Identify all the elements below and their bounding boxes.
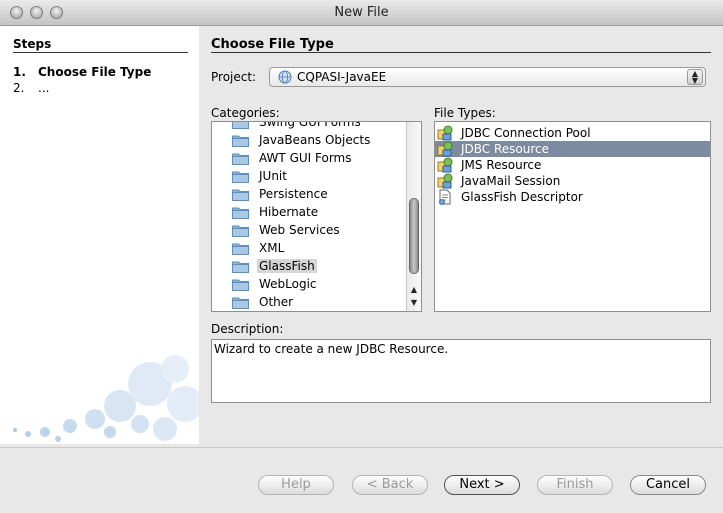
folder-icon <box>232 207 249 219</box>
folder-icon <box>232 297 249 309</box>
window-title: New File <box>334 5 389 20</box>
category-label: AWT GUI Forms <box>259 151 352 165</box>
folder-icon <box>232 225 249 237</box>
folder-icon <box>232 171 249 183</box>
file-type-label: JavaMail Session <box>461 174 561 188</box>
file-type-label: JDBC Resource <box>461 142 550 156</box>
step-number: 2. <box>13 81 25 95</box>
category-label: Swing GUI Forms <box>259 121 361 129</box>
title-bar: New File <box>0 0 723 26</box>
file-types-label: File Types: <box>434 106 496 120</box>
steps-panel: Steps 1. Choose File Type 2.... <box>0 26 199 444</box>
button-bar-divider <box>0 447 723 448</box>
category-label: JUnit <box>259 169 287 183</box>
description-text: Wizard to create a new JDBC Resource. <box>214 342 449 356</box>
category-label: XML <box>259 241 285 255</box>
category-label: Other <box>259 295 294 309</box>
folder-icon <box>232 153 249 165</box>
project-label: Project: <box>211 70 257 84</box>
description-label: Description: <box>211 322 284 336</box>
folder-icon <box>232 122 249 129</box>
categories-label: Categories: <box>211 106 280 120</box>
descriptor-file-icon <box>439 189 451 205</box>
scrollbar-thumb[interactable] <box>409 198 419 274</box>
help-button[interactable]: Help <box>258 475 334 495</box>
category-label: WebLogic <box>259 277 317 291</box>
chevron-updown-icon[interactable]: ▲ ▼ <box>687 69 703 85</box>
folder-icon <box>232 189 249 201</box>
file-type-item[interactable]: JDBC Connection Pool <box>435 125 710 141</box>
categories-scrollbar[interactable]: ▲ ▼ <box>406 122 421 311</box>
decorative-bubbles-image <box>13 355 199 442</box>
steps-divider <box>13 52 188 53</box>
file-type-label: JDBC Connection Pool <box>461 126 591 140</box>
category-label: JavaBeans Objects <box>259 133 371 147</box>
categories-list[interactable]: Swing GUI Forms JavaBeans Objects AWT GUI … <box>211 121 422 312</box>
back-button[interactable]: < Back <box>352 475 428 495</box>
glassfish-resource-icon <box>437 125 453 141</box>
globe-icon <box>278 70 292 84</box>
file-type-item[interactable]: JMS Resource <box>435 157 710 173</box>
category-label: Hibernate <box>259 205 319 219</box>
glassfish-resource-icon <box>437 141 453 157</box>
step-number: 1. <box>13 65 26 79</box>
category-label: Web Services <box>259 223 340 237</box>
file-type-item[interactable]: GlassFish Descriptor <box>435 189 710 205</box>
glassfish-resource-icon <box>437 173 453 189</box>
file-types-list[interactable]: JDBC Connection Pool JDBC Resource JMS Res… <box>434 121 711 312</box>
finish-button[interactable]: Finish <box>537 475 613 495</box>
step-2: 2.... <box>13 81 49 95</box>
steps-header: Steps <box>13 37 52 51</box>
step-1: 1. Choose File Type <box>13 65 151 79</box>
next-button[interactable]: Next > <box>444 475 520 495</box>
description-box: Wizard to create a new JDBC Resource. <box>211 339 711 403</box>
cancel-button[interactable]: Cancel <box>630 475 706 495</box>
step-label: Choose File Type <box>38 65 152 79</box>
step-label: ... <box>38 81 50 95</box>
folder-icon <box>232 261 249 273</box>
project-select-value: CQPASI-JavaEE <box>297 70 387 84</box>
folder-icon <box>232 243 249 255</box>
scroll-up-icon[interactable]: ▲ <box>407 284 421 296</box>
file-type-item[interactable]: JavaMail Session <box>435 173 710 189</box>
folder-icon <box>232 279 249 291</box>
file-type-label: JMS Resource <box>461 158 542 172</box>
title-divider <box>211 52 711 53</box>
project-select[interactable]: CQPASI-JavaEE ▲ ▼ <box>269 67 706 87</box>
category-label: GlassFish <box>257 259 317 273</box>
file-type-label: GlassFish Descriptor <box>461 190 583 204</box>
glassfish-resource-icon <box>437 157 453 173</box>
category-label: Persistence <box>259 187 328 201</box>
scroll-down-icon[interactable]: ▼ <box>407 297 421 309</box>
page-title: Choose File Type <box>211 37 334 52</box>
file-type-item[interactable]: JDBC Resource <box>435 141 710 157</box>
folder-icon <box>232 135 249 147</box>
